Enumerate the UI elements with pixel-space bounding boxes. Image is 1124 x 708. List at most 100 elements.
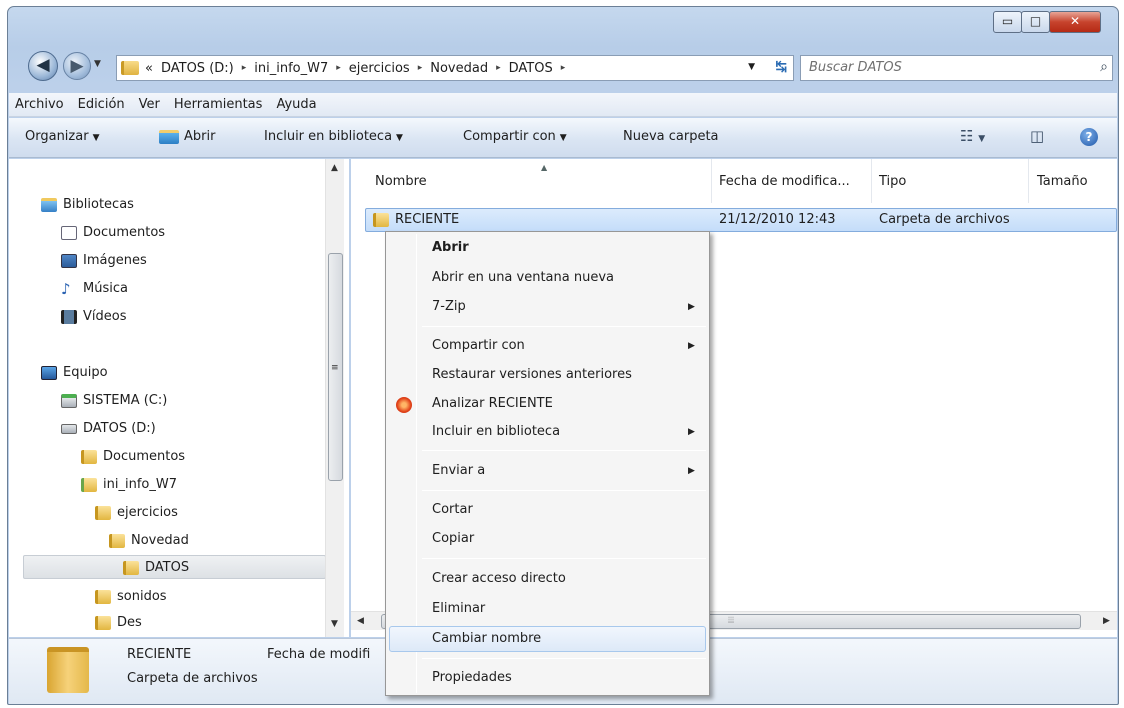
antivirus-icon bbox=[396, 397, 412, 413]
nav-label: Documentos bbox=[83, 225, 166, 240]
nav-label: Vídeos bbox=[83, 309, 127, 324]
nav-label: Documentos bbox=[103, 449, 186, 464]
column-size[interactable]: Tamaño bbox=[1037, 174, 1088, 189]
nav-item-images[interactable]: Imágenes bbox=[61, 253, 147, 268]
column-divider[interactable] bbox=[871, 159, 872, 203]
breadcrumb-ini-info[interactable]: ini_info_W7 bbox=[254, 61, 328, 76]
breadcrumb-separator-icon[interactable]: ▸ bbox=[496, 63, 501, 73]
column-divider[interactable] bbox=[1028, 159, 1029, 203]
breadcrumb-separator-icon[interactable]: ▸ bbox=[561, 63, 566, 73]
breadcrumb-separator-icon[interactable]: ▸ bbox=[336, 63, 341, 73]
ctx-copy[interactable]: Copiar bbox=[432, 531, 474, 546]
open-button[interactable]: Abrir bbox=[159, 129, 215, 144]
share-with-label: Compartir con bbox=[463, 129, 556, 144]
ctx-restore-versions[interactable]: Restaurar versiones anteriores bbox=[432, 367, 632, 382]
nav-label: Novedad bbox=[131, 533, 189, 548]
search-input[interactable]: Buscar DATOS ⌕ bbox=[800, 55, 1113, 81]
include-library-button[interactable]: Incluir en biblioteca ▼ bbox=[264, 129, 403, 144]
refresh-icon[interactable]: ↹ bbox=[775, 59, 787, 75]
search-placeholder: Buscar DATOS bbox=[809, 60, 902, 75]
nav-scrollbar[interactable]: ▲ ≡ ▼ bbox=[325, 159, 344, 637]
nav-label: Des bbox=[117, 615, 142, 630]
folder-icon bbox=[121, 61, 139, 75]
change-view-icon[interactable]: ☷ ▼ bbox=[960, 127, 985, 145]
ctx-rename[interactable]: Cambiar nombre bbox=[432, 631, 541, 646]
nav-item-folder-documents[interactable]: Documentos bbox=[81, 449, 185, 464]
recent-pages-dropdown-icon[interactable]: ▼ bbox=[94, 59, 101, 69]
video-icon bbox=[61, 309, 77, 324]
breadcrumb-separator-icon[interactable]: ▸ bbox=[418, 63, 423, 73]
nav-item-ejercicios[interactable]: ejercicios bbox=[95, 505, 178, 520]
nav-label: Imágenes bbox=[83, 253, 147, 268]
folder-icon bbox=[95, 505, 111, 520]
nav-item-ini-info[interactable]: ini_info_W7 bbox=[81, 477, 177, 492]
menu-herramientas[interactable]: Herramientas bbox=[174, 97, 263, 112]
ctx-create-shortcut[interactable]: Crear acceso directo bbox=[432, 571, 566, 586]
help-icon[interactable]: ? bbox=[1080, 128, 1098, 146]
new-folder-button[interactable]: Nueva carpeta bbox=[623, 129, 719, 144]
back-button[interactable]: ◀ bbox=[28, 51, 58, 81]
preview-pane-icon[interactable]: ◫ bbox=[1030, 127, 1044, 145]
ctx-include-library[interactable]: Incluir en biblioteca bbox=[432, 424, 560, 439]
address-bar[interactable]: « DATOS (D:) ▸ ini_info_W7 ▸ ejercicios … bbox=[116, 55, 794, 81]
file-name-cell[interactable]: RECIENTE bbox=[373, 212, 459, 227]
ctx-analyze[interactable]: Analizar RECIENTE bbox=[432, 396, 553, 411]
ctx-cut[interactable]: Cortar bbox=[432, 502, 473, 517]
navigation-pane: Bibliotecas Documentos Imágenes ♪ Música … bbox=[9, 159, 349, 637]
address-dropdown-icon[interactable]: ▼ bbox=[748, 62, 755, 72]
ctx-send-to[interactable]: Enviar a bbox=[432, 463, 485, 478]
context-menu-separator bbox=[422, 450, 706, 451]
context-menu-separator bbox=[422, 558, 706, 559]
menu-edicion[interactable]: Edición bbox=[78, 97, 125, 112]
nav-item-datos[interactable]: DATOS bbox=[123, 560, 189, 575]
ctx-share-with[interactable]: Compartir con bbox=[432, 338, 525, 353]
column-divider[interactable] bbox=[711, 159, 712, 203]
context-menu-separator bbox=[422, 326, 706, 327]
scroll-right-icon[interactable]: ▶ bbox=[1103, 616, 1110, 626]
share-with-button[interactable]: Compartir con ▼ bbox=[463, 129, 567, 144]
forward-button[interactable]: ▶ bbox=[63, 52, 91, 80]
ctx-properties[interactable]: Propiedades bbox=[432, 670, 512, 685]
nav-label: ejercicios bbox=[117, 505, 178, 520]
nav-item-novedad[interactable]: Novedad bbox=[109, 533, 189, 548]
submenu-arrow-icon: ▶ bbox=[688, 427, 695, 437]
scroll-up-icon[interactable]: ▲ bbox=[331, 163, 338, 173]
ctx-open[interactable]: Abrir bbox=[432, 240, 469, 255]
ctx-7zip[interactable]: 7-Zip bbox=[432, 299, 466, 314]
breadcrumb-novedad[interactable]: Novedad bbox=[430, 61, 488, 76]
menu-ver[interactable]: Ver bbox=[139, 97, 160, 112]
nav-item-music[interactable]: ♪ Música bbox=[61, 281, 128, 296]
minimize-button[interactable]: ▭ bbox=[993, 11, 1022, 33]
ctx-delete[interactable]: Eliminar bbox=[432, 601, 485, 616]
nav-item-des[interactable]: Des bbox=[95, 615, 142, 630]
submenu-arrow-icon: ▶ bbox=[688, 302, 695, 312]
ctx-open-new-window[interactable]: Abrir en una ventana nueva bbox=[432, 270, 614, 285]
close-button[interactable]: ✕ bbox=[1049, 11, 1101, 33]
breadcrumb-datos-d[interactable]: DATOS (D:) bbox=[161, 61, 234, 76]
menu-archivo[interactable]: Archivo bbox=[15, 97, 64, 112]
document-icon bbox=[61, 225, 77, 240]
nav-item-system-drive[interactable]: SISTEMA (C:) bbox=[61, 393, 167, 408]
column-name[interactable]: Nombre bbox=[375, 174, 427, 189]
breadcrumb-overflow[interactable]: « bbox=[145, 61, 153, 76]
folder-icon bbox=[95, 615, 111, 630]
folder-icon bbox=[95, 589, 111, 604]
scroll-left-icon[interactable]: ◀ bbox=[357, 616, 364, 626]
nav-item-documents[interactable]: Documentos bbox=[61, 225, 165, 240]
menu-ayuda[interactable]: Ayuda bbox=[276, 97, 316, 112]
nav-item-libraries[interactable]: Bibliotecas bbox=[41, 197, 134, 212]
breadcrumb-datos[interactable]: DATOS bbox=[509, 61, 553, 76]
nav-item-sonidos[interactable]: sonidos bbox=[95, 589, 167, 604]
nav-item-computer[interactable]: Equipo bbox=[41, 365, 108, 380]
maximize-button[interactable]: □ bbox=[1021, 11, 1050, 33]
column-type[interactable]: Tipo bbox=[879, 174, 906, 189]
breadcrumb-separator-icon[interactable]: ▸ bbox=[242, 63, 247, 73]
nav-label: DATOS (D:) bbox=[83, 421, 156, 436]
nav-item-data-drive[interactable]: DATOS (D:) bbox=[61, 421, 156, 436]
organize-button[interactable]: Organizar ▼ bbox=[25, 129, 99, 144]
scroll-down-icon[interactable]: ▼ bbox=[331, 619, 338, 629]
search-icon[interactable]: ⌕ bbox=[1100, 59, 1108, 75]
nav-item-videos[interactable]: Vídeos bbox=[61, 309, 126, 324]
breadcrumb-ejercicios[interactable]: ejercicios bbox=[349, 61, 410, 76]
column-date[interactable]: Fecha de modifica... bbox=[719, 174, 850, 189]
